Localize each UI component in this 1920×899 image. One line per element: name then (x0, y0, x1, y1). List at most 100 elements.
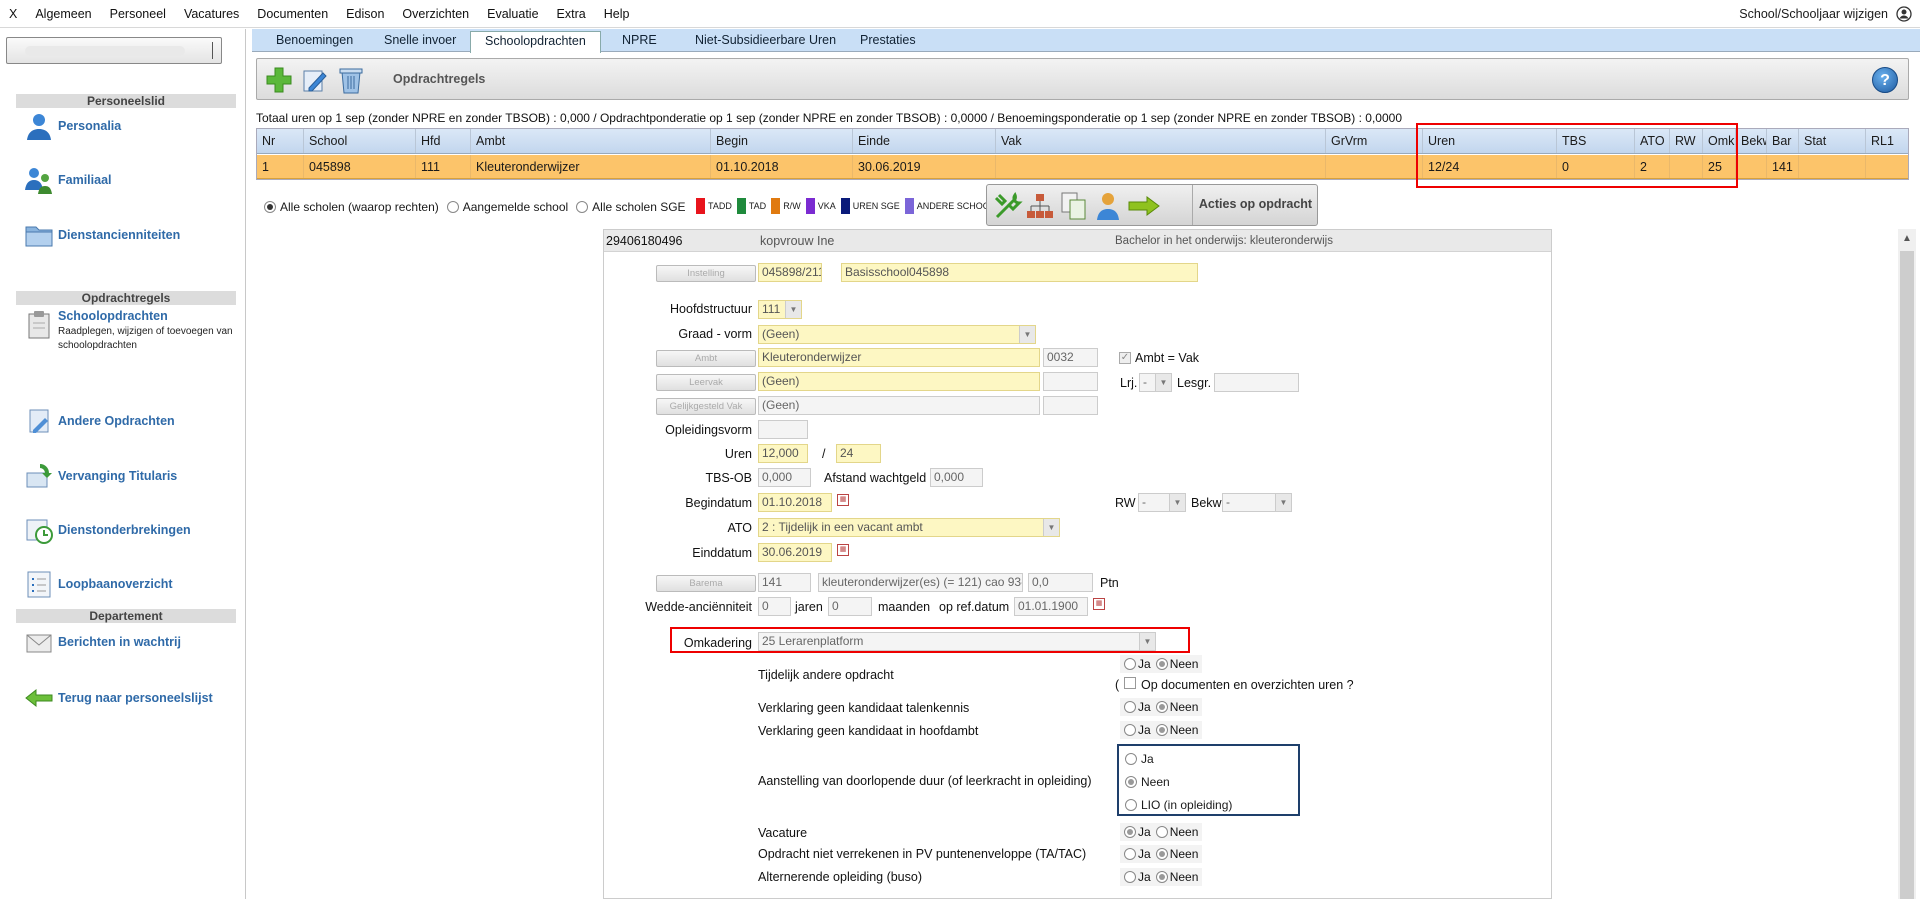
afstand-wachtgeld-field[interactable]: 0,000 (930, 468, 983, 487)
vacature-ja-radio[interactable] (1124, 826, 1136, 838)
rw-select[interactable]: - ▼ (1138, 493, 1186, 512)
ref-datum-field[interactable]: 01.01.1900 (1014, 597, 1088, 616)
col-ambt[interactable]: Ambt (471, 129, 711, 153)
sidebar-item-andere-opdrachten[interactable]: Andere Opdrachten (24, 406, 175, 436)
acties-op-opdracht-button[interactable]: Acties op opdracht (1192, 185, 1318, 225)
ambt-vak-checkbox[interactable]: ✓ (1119, 352, 1131, 364)
menu-edison[interactable]: Edison (337, 7, 393, 21)
wedde-jaren-field[interactable]: 0 (758, 597, 791, 616)
radio-aangemelde-school[interactable] (446, 201, 459, 213)
menu-evaluatie[interactable]: Evaluatie (478, 7, 547, 21)
tab-niet-subsidieerbare-uren[interactable]: Niet-Subsidieerbare Uren (681, 31, 850, 52)
tab-benoemingen[interactable]: Benoemingen (262, 31, 367, 52)
menu-personeel[interactable]: Personeel (101, 7, 175, 21)
tab-schoolopdrachten[interactable]: Schoolopdrachten (470, 31, 601, 53)
graad-vorm-select[interactable]: (Geen) ▼ (758, 325, 1036, 344)
ambt-button[interactable]: Ambt (656, 350, 756, 367)
buso-ja-radio[interactable] (1124, 871, 1136, 883)
col-bar[interactable]: Bar (1767, 129, 1799, 153)
scrollbar-thumb[interactable] (1900, 251, 1914, 899)
col-grvrm[interactable]: GrVrm (1326, 129, 1423, 153)
scroll-up-icon[interactable]: ▲ (1902, 233, 1912, 244)
menu-close[interactable]: X (0, 7, 26, 21)
einddatum-field[interactable]: 30.06.2019 (758, 543, 832, 562)
uren-field[interactable]: 12,000 (758, 444, 808, 463)
tab-snelle-invoer[interactable]: Snelle invoer (370, 31, 470, 52)
sidebar-item-terug[interactable]: Terug naar personeelslijst (24, 683, 213, 713)
menu-vacatures[interactable]: Vacatures (175, 7, 248, 21)
menu-overzichten[interactable]: Overzichten (393, 7, 478, 21)
arrow-right-icon[interactable] (1127, 195, 1161, 217)
person-icon[interactable] (1093, 190, 1123, 222)
col-nr[interactable]: Nr (257, 129, 304, 153)
sidebar-item-vervanging[interactable]: Vervanging Titularis (24, 461, 177, 491)
person-search-input[interactable] (6, 37, 222, 64)
menu-help[interactable]: Help (595, 7, 639, 21)
calendar-icon[interactable]: ▦ (837, 494, 849, 506)
col-vak[interactable]: Vak (996, 129, 1326, 153)
hoofdambt-neen-radio[interactable] (1155, 724, 1168, 736)
aanstelling-lio-radio[interactable] (1125, 799, 1137, 811)
menu-algemeen[interactable]: Algemeen (26, 7, 100, 21)
barema-button[interactable]: Barema (656, 575, 756, 592)
aanstelling-ja-option[interactable]: Ja (1125, 752, 1154, 766)
leervak-button[interactable]: Leervak (656, 374, 756, 391)
sidebar-item-berichten[interactable]: Berichten in wachtrij (24, 627, 181, 657)
buso-neen-radio[interactable] (1155, 871, 1168, 883)
tab-prestaties[interactable]: Prestaties (846, 31, 930, 52)
lrj-select[interactable]: - ▼ (1139, 373, 1172, 392)
hoofdstructuur-select[interactable]: 111 ▼ (758, 300, 802, 319)
instelling-button[interactable]: Instelling (656, 265, 756, 282)
sidebar-item-familiaal[interactable]: Familiaal (24, 165, 112, 195)
sidebar-item-dienstancienniteiten[interactable]: Dienstancienniteiten (24, 220, 180, 250)
pv-neen-radio[interactable] (1155, 848, 1168, 860)
col-hfd[interactable]: Hfd (416, 129, 471, 153)
lesgr-field[interactable] (1214, 373, 1299, 392)
opleidingsvorm-field[interactable] (758, 420, 808, 439)
hoofdambt-ja-radio[interactable] (1124, 724, 1136, 736)
col-bekw[interactable]: Bekw (1736, 129, 1767, 153)
bekw-select[interactable]: - ▼ (1222, 493, 1292, 512)
calendar-icon[interactable]: ▦ (837, 544, 849, 556)
calendar-icon[interactable]: ▦ (1093, 598, 1105, 610)
ato-select[interactable]: 2 : Tijdelijk in een vacant ambt ▼ (758, 518, 1060, 537)
help-icon[interactable]: ? (1872, 67, 1898, 93)
col-school[interactable]: School (304, 129, 416, 153)
menu-extra[interactable]: Extra (548, 7, 595, 21)
tijdelijk-ja-radio[interactable] (1124, 658, 1136, 670)
tijdelijk-neen-radio[interactable] (1155, 658, 1168, 670)
trash-icon[interactable] (337, 65, 365, 95)
tab-npre[interactable]: NPRE (608, 31, 671, 52)
sidebar-item-dienstonderbrekingen[interactable]: Dienstonderbrekingen (24, 515, 191, 545)
pv-ja-radio[interactable] (1124, 848, 1136, 860)
tools-icon[interactable] (993, 191, 1023, 221)
col-stat[interactable]: Stat (1799, 129, 1866, 153)
sidebar-item-loopbaanoverzicht[interactable]: Loopbaanoverzicht (24, 569, 173, 599)
hierarchy-icon[interactable] (1025, 191, 1055, 221)
begindatum-field[interactable]: 01.10.2018 (758, 493, 832, 512)
op-documenten-checkbox[interactable] (1124, 677, 1136, 689)
uren-total-field[interactable]: 24 (836, 444, 881, 463)
col-rl1[interactable]: RL1 (1866, 129, 1910, 153)
aanstelling-neen-radio[interactable] (1125, 776, 1137, 788)
vertical-scrollbar[interactable]: ▲ (1898, 229, 1916, 899)
school-switch[interactable]: School/Schooljaar wijzigen (1739, 5, 1920, 22)
aanstelling-neen-option[interactable]: Neen (1125, 775, 1170, 789)
add-icon[interactable] (265, 66, 293, 94)
talenkennis-neen-radio[interactable] (1155, 701, 1168, 713)
col-begin[interactable]: Begin (711, 129, 853, 153)
col-einde[interactable]: Einde (853, 129, 996, 153)
vacature-neen-radio[interactable] (1155, 826, 1168, 838)
wedde-maanden-field[interactable]: 0 (828, 597, 872, 616)
gelijkgesteld-vak-button[interactable]: Gelijkgesteld Vak (656, 398, 756, 415)
menu-documenten[interactable]: Documenten (248, 7, 337, 21)
radio-alle-scholen-sge[interactable] (576, 201, 589, 213)
copy-icon[interactable] (1059, 190, 1089, 222)
talenkennis-ja-radio[interactable] (1124, 701, 1136, 713)
radio-alle-scholen[interactable] (264, 201, 276, 213)
tbsob-field[interactable]: 0,000 (758, 468, 811, 487)
sidebar-item-personalia[interactable]: Personalia (24, 111, 121, 141)
aanstelling-lio-option[interactable]: LIO (in opleiding) (1125, 798, 1232, 812)
aanstelling-ja-radio[interactable] (1125, 753, 1137, 765)
edit-icon[interactable] (301, 66, 329, 94)
